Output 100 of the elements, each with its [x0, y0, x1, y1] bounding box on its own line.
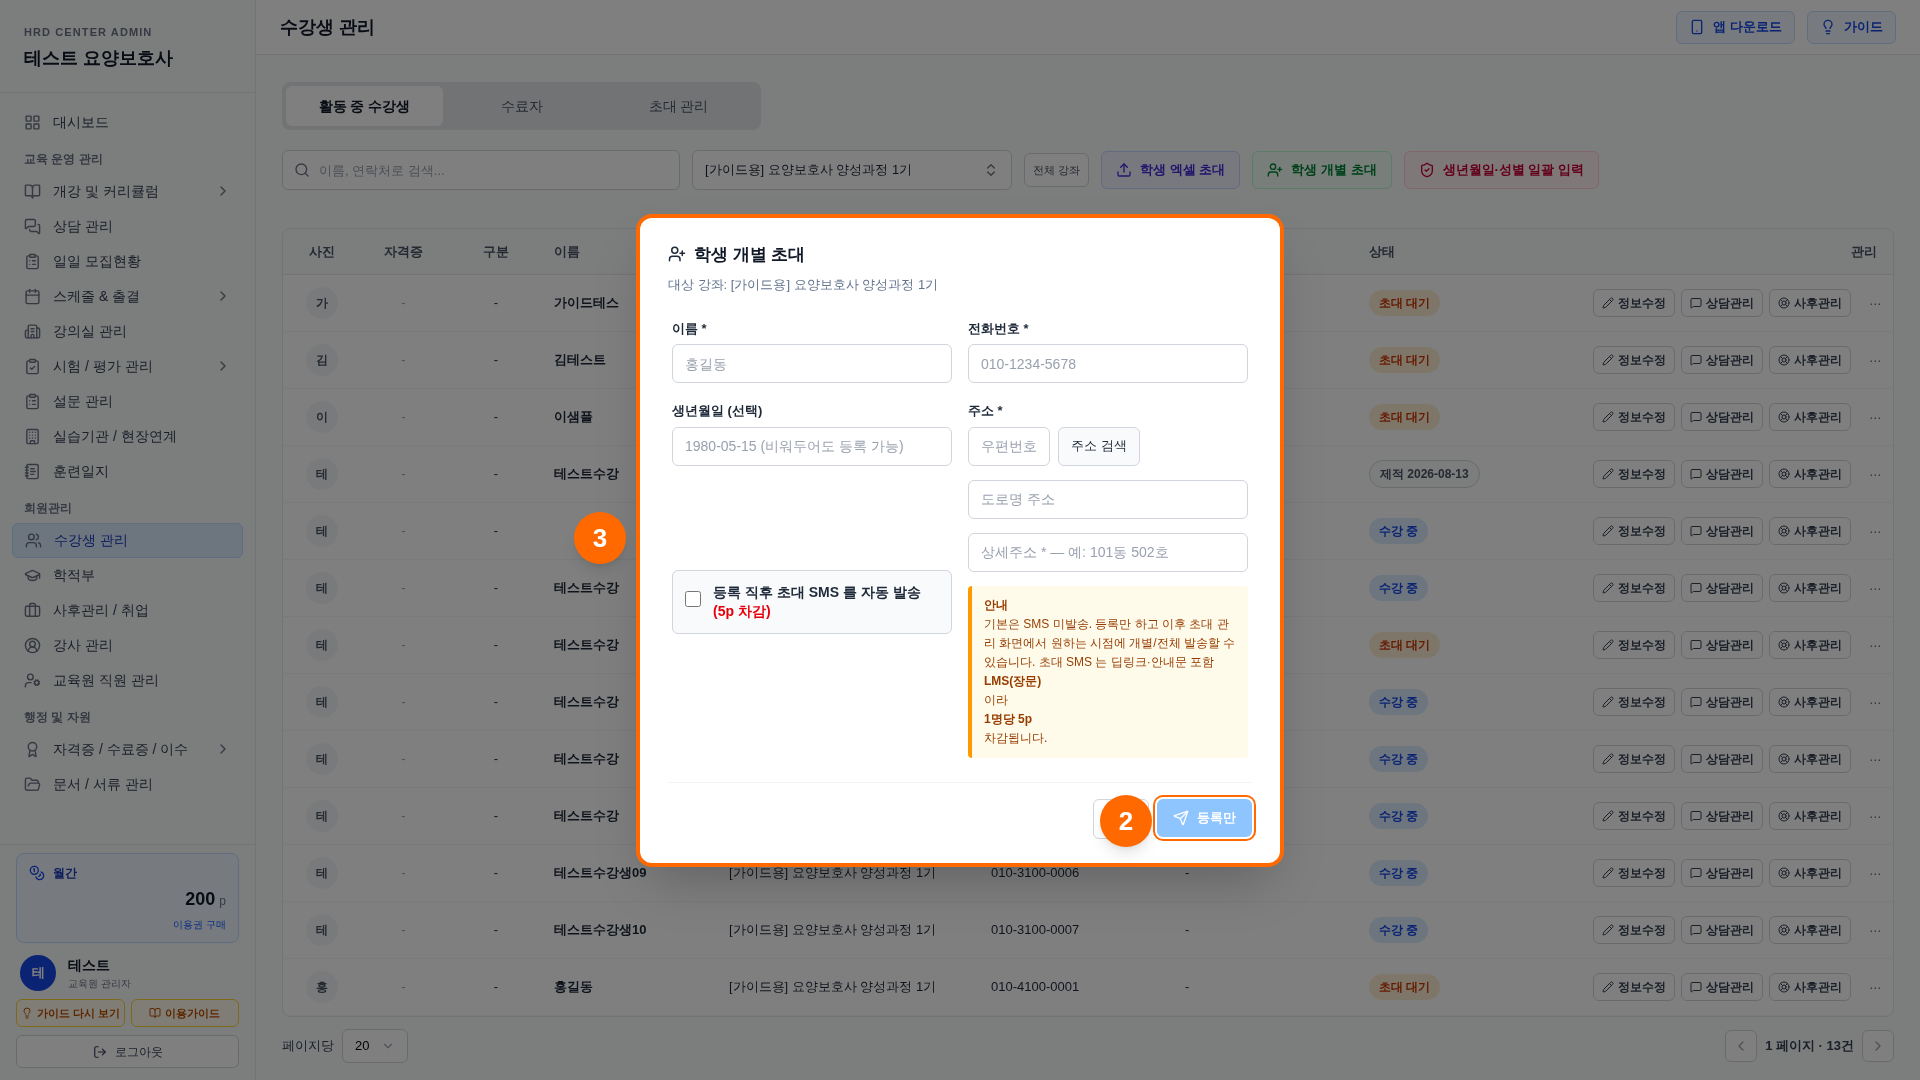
- row-action-button[interactable]: 상담관리: [1681, 460, 1764, 488]
- more-button[interactable]: ···: [1869, 634, 1881, 656]
- row-action-button[interactable]: 상담관리: [1681, 973, 1764, 1001]
- more-button[interactable]: ···: [1869, 520, 1881, 542]
- nav-item[interactable]: 상담 관리: [12, 208, 243, 244]
- name-field[interactable]: 홍길동: [672, 344, 952, 383]
- more-button[interactable]: ···: [1869, 976, 1881, 998]
- row-action-button[interactable]: 정보수정: [1593, 973, 1676, 1001]
- nav-item[interactable]: 훈련일지: [12, 453, 243, 489]
- more-button[interactable]: ···: [1869, 292, 1881, 314]
- nav-item[interactable]: 강의실 관리: [12, 313, 243, 349]
- row-action-button[interactable]: 사후관리: [1769, 916, 1852, 944]
- row-action-button[interactable]: 정보수정: [1593, 631, 1676, 659]
- row-action-button[interactable]: 상담관리: [1681, 517, 1764, 545]
- row-avatar: 김: [306, 344, 338, 376]
- purchase-link[interactable]: 이용권 구매: [173, 917, 226, 932]
- table-cell-text: -: [493, 408, 499, 427]
- phone-field[interactable]: 010-1234-5678: [968, 344, 1248, 383]
- row-action-button[interactable]: 사후관리: [1769, 289, 1852, 317]
- row-action-button[interactable]: 상담관리: [1681, 289, 1764, 317]
- row-action-button[interactable]: 사후관리: [1769, 460, 1852, 488]
- tab[interactable]: 초대 관리: [600, 86, 757, 126]
- toolbar-action-button[interactable]: 생년월일·성별 일괄 입력: [1403, 151, 1600, 189]
- row-action-button[interactable]: 정보수정: [1593, 859, 1676, 887]
- row-action-button[interactable]: 사후관리: [1769, 859, 1852, 887]
- row-action-button[interactable]: 상담관리: [1681, 916, 1764, 944]
- nav-item[interactable]: 문서 / 서류 관리: [12, 766, 243, 802]
- nav-item[interactable]: 스케줄 & 출결: [12, 278, 243, 314]
- guide-button[interactable]: 이용가이드: [130, 999, 239, 1027]
- row-action-button[interactable]: 상담관리: [1681, 574, 1764, 602]
- row-action-button[interactable]: 사후관리: [1769, 688, 1852, 716]
- row-action-button[interactable]: 상담관리: [1681, 403, 1764, 431]
- toolbar-action-button[interactable]: 학생 개별 초대: [1252, 151, 1392, 189]
- row-action-button[interactable]: 사후관리: [1769, 745, 1852, 773]
- more-button[interactable]: ···: [1869, 919, 1881, 941]
- row-action-button[interactable]: 정보수정: [1593, 346, 1676, 374]
- row-action-button[interactable]: 사후관리: [1769, 574, 1852, 602]
- header-button[interactable]: 앱 다운로드: [1676, 10, 1795, 44]
- row-action-button[interactable]: 상담관리: [1681, 346, 1764, 374]
- row-action-button[interactable]: 정보수정: [1593, 517, 1676, 545]
- header-button[interactable]: 가이드: [1807, 10, 1896, 44]
- nav-item[interactable]: 사후관리 / 취업: [12, 592, 243, 628]
- more-button[interactable]: ···: [1869, 691, 1881, 713]
- row-action-button[interactable]: 사후관리: [1769, 973, 1852, 1001]
- student-name: 홍길동: [554, 978, 593, 997]
- more-button[interactable]: ···: [1869, 406, 1881, 428]
- nav-item[interactable]: 개강 및 커리큘럼: [12, 173, 243, 209]
- nav-item[interactable]: 수강생 관리: [12, 522, 243, 558]
- row-action-button[interactable]: 정보수정: [1593, 460, 1676, 488]
- zip-code-field[interactable]: 우편번호: [968, 426, 1050, 466]
- row-action-button[interactable]: 사후관리: [1769, 346, 1852, 374]
- tab[interactable]: 활동 중 수강생: [286, 86, 443, 126]
- row-action-button[interactable]: 상담관리: [1681, 859, 1764, 887]
- row-action-button[interactable]: 정보수정: [1593, 688, 1676, 716]
- lifebuoy-icon: [1778, 297, 1791, 309]
- address-search-button[interactable]: 주소 검색: [1058, 426, 1140, 466]
- nav-item[interactable]: 학적부: [12, 557, 243, 593]
- more-button[interactable]: ···: [1869, 349, 1881, 371]
- nav-item[interactable]: 설문 관리: [12, 383, 243, 419]
- row-action-button[interactable]: 상담관리: [1681, 802, 1764, 830]
- more-button[interactable]: ···: [1869, 748, 1881, 770]
- row-action-button[interactable]: 사후관리: [1769, 403, 1852, 431]
- more-button[interactable]: ···: [1869, 805, 1881, 827]
- birthdate-field[interactable]: 1980-05-15 (비워두어도 등록 가능): [672, 426, 952, 466]
- sms-checkbox[interactable]: [685, 590, 701, 607]
- more-button[interactable]: ···: [1869, 862, 1881, 884]
- row-action-button[interactable]: 상담관리: [1681, 631, 1764, 659]
- row-action-button[interactable]: 상담관리: [1681, 745, 1764, 773]
- all-courses-button[interactable]: 전체 강좌: [1024, 153, 1090, 187]
- more-button[interactable]: ···: [1869, 577, 1881, 599]
- pencil-icon: [1602, 753, 1615, 765]
- nav-item[interactable]: 시험 / 평가 관리: [12, 348, 243, 384]
- per-page-select[interactable]: 20: [342, 1029, 409, 1063]
- course-select[interactable]: [가이드용] 요양보호사 양성과정 1기: [692, 150, 1012, 190]
- row-action-button[interactable]: 사후관리: [1769, 802, 1852, 830]
- row-action-button[interactable]: 상담관리: [1681, 688, 1764, 716]
- tab[interactable]: 수료자: [443, 86, 600, 126]
- prev-page-button[interactable]: [1725, 1030, 1758, 1062]
- next-page-button[interactable]: [1862, 1030, 1894, 1062]
- nav-item[interactable]: 교육원 직원 관리: [12, 662, 243, 698]
- logout-button[interactable]: 로그아웃: [16, 1035, 239, 1068]
- table-cell-text: -: [493, 807, 499, 826]
- nav-item[interactable]: 자격증 / 수료증 / 이수: [12, 731, 243, 767]
- toolbar-action-button[interactable]: 학생 엑셀 초대: [1101, 151, 1241, 189]
- row-action-button[interactable]: 사후관리: [1769, 631, 1852, 659]
- guide-button[interactable]: 가이드 다시 보기: [16, 999, 125, 1027]
- road-address-field[interactable]: 도로명 주소: [968, 479, 1248, 519]
- nav-item[interactable]: 대시보드: [12, 104, 243, 140]
- nav-item[interactable]: 실습기관 / 현장연계: [12, 418, 243, 454]
- row-action-button[interactable]: 정보수정: [1593, 289, 1676, 317]
- nav-item[interactable]: 일일 모집현황: [12, 243, 243, 279]
- row-action-button[interactable]: 정보수정: [1593, 745, 1676, 773]
- row-action-button[interactable]: 정보수정: [1593, 403, 1676, 431]
- row-action-button[interactable]: 정보수정: [1593, 916, 1676, 944]
- more-button[interactable]: ···: [1869, 463, 1881, 485]
- row-action-button[interactable]: 정보수정: [1593, 802, 1676, 830]
- row-action-button[interactable]: 사후관리: [1769, 517, 1852, 545]
- row-action-button[interactable]: 정보수정: [1593, 574, 1676, 602]
- detail-address-field[interactable]: 상세주소 * — 예: 101동 502호: [968, 532, 1248, 572]
- nav-item[interactable]: 강사 관리: [12, 627, 243, 663]
